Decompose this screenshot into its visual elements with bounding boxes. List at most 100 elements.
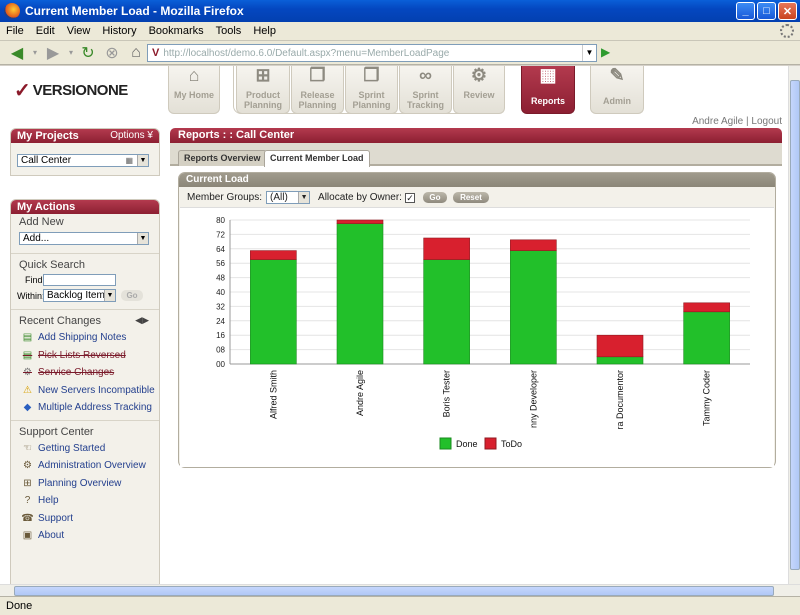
go-arrow-icon[interactable]: ▶ [601, 45, 615, 61]
my-projects-panel: My Projects Options ¥ Call Center ▦ ▼ [10, 128, 160, 176]
logo-mark-icon: ✓ [14, 80, 31, 102]
recent-change-label: Multiple Address Tracking [38, 402, 152, 414]
support-link-item[interactable]: ☜ Getting Started [11, 440, 159, 458]
member-load-chart: 80 72 64 56 48 40 32 24 16 08 00 Alfred Smith Andre … [180, 207, 774, 467]
support-link-item[interactable]: ⚙ Administration Overview [11, 457, 159, 475]
story-icon: ▤ [22, 332, 33, 344]
tab-my-home[interactable]: ⌂ My Home [168, 66, 220, 114]
vertical-scrollbar[interactable] [788, 66, 800, 584]
tab-reports[interactable]: ▦ Reports [521, 66, 575, 114]
bar-todo-5 [683, 302, 730, 313]
menu-help[interactable]: Help [247, 25, 282, 37]
recent-change-item[interactable]: ▤ Add Shipping Notes [11, 329, 159, 347]
tab-product-planning[interactable]: ⊞ Product Planning [236, 66, 290, 114]
forward-icon[interactable]: ▶ [40, 43, 66, 63]
forward-dropdown-icon[interactable]: ▾ [66, 43, 76, 63]
stop-icon[interactable]: ⊗ [100, 43, 124, 63]
menu-bookmarks[interactable]: Bookmarks [143, 25, 210, 37]
back-dropdown-icon[interactable]: ▾ [30, 43, 40, 63]
tab-release-planning[interactable]: ❐ Release Planning [291, 66, 344, 114]
tab-current-member-load[interactable]: Current Member Load [264, 150, 370, 167]
binoculars-icon: ∞ [419, 66, 432, 85]
recent-change-item[interactable]: ◆ Multiple Address Tracking [11, 399, 159, 417]
user-links: Andre Agile | Logout [692, 116, 782, 127]
reload-icon[interactable]: ↻ [76, 43, 100, 63]
menu-edit[interactable]: Edit [30, 25, 61, 37]
tab-reports-overview[interactable]: Reports Overview [178, 150, 267, 166]
current-load-panel: Current Load Member Groups: (All) ▼ Allo… [178, 172, 776, 468]
minimize-button[interactable]: _ [736, 2, 755, 20]
url-dropdown-icon[interactable]: ▼ [582, 45, 596, 61]
gear-icon: ⚙ [23, 367, 32, 379]
support-link-item[interactable]: ? Help [11, 492, 159, 510]
site-favicon-icon: V [152, 47, 160, 59]
wrench-icon: ✎ [609, 66, 625, 85]
recent-changes-title: Recent Changes ◀▶ [19, 315, 149, 327]
menu-file[interactable]: File [0, 25, 30, 37]
recent-change-item[interactable]: ▤ Pick Lists Reversed [11, 347, 159, 365]
back-icon[interactable]: ◀ [4, 43, 30, 63]
support-link-label: About [38, 530, 65, 542]
tab-sprint-tracking[interactable]: ∞ Sprint Tracking [399, 66, 452, 114]
support-link-item[interactable]: ☎ Support [11, 510, 159, 528]
versionone-logo[interactable]: ✓ VERSIONONE [14, 78, 128, 103]
support-link-item[interactable]: ⊞ Planning Overview [11, 475, 159, 493]
x-tick-label: nny Developer [528, 370, 538, 428]
bar-done-5 [683, 311, 730, 365]
next-arrow-icon[interactable]: ▶ [142, 315, 149, 325]
menu-tools[interactable]: Tools [210, 25, 248, 37]
y-tick-label: 72 [216, 230, 225, 239]
home-icon[interactable]: ⌂ [124, 43, 148, 63]
legend-swatch-done [439, 437, 452, 450]
report-subtabs: Reports Overview Current Member Load [170, 143, 782, 167]
y-tick-label: 08 [216, 346, 225, 355]
logout-link[interactable]: Logout [751, 116, 782, 127]
tab-sprint-planning[interactable]: ❒ Sprint Planning [345, 66, 398, 114]
recent-change-item[interactable]: ⚠ New Servers Incompatible [11, 382, 159, 400]
menu-view[interactable]: View [61, 25, 97, 37]
tab-admin[interactable]: ✎ Admin [590, 66, 644, 114]
window-titlebar: Current Member Load - Mozilla Firefox _ … [0, 0, 800, 22]
x-tick-label: Boris Tester [442, 370, 452, 417]
recent-change-label: New Servers Incompatible [38, 384, 155, 396]
bar-todo-0 [250, 250, 297, 260]
bar-done-0 [250, 259, 297, 365]
chevron-down-icon: ▼ [298, 192, 310, 203]
tab-review[interactable]: ⚙ Review [453, 66, 505, 114]
phone-icon: ☎ [21, 512, 34, 524]
legend-label-todo: ToDo [501, 439, 522, 449]
search-find-input[interactable] [43, 274, 116, 286]
add-new-select[interactable]: Add... ▼ [19, 232, 149, 245]
support-link-label: Getting Started [38, 442, 106, 454]
url-bar[interactable]: V http://localhost/demo.6.0/Default.aspx… [147, 44, 597, 62]
support-link-item[interactable]: ▣ About [11, 527, 159, 545]
member-groups-select[interactable]: (All) ▼ [266, 191, 311, 204]
y-tick-label: 00 [216, 360, 225, 369]
reports-header: Reports : : Call Center [170, 128, 782, 143]
allocate-checkbox[interactable]: ✓ [404, 192, 415, 203]
url-text[interactable]: http://localhost/demo.6.0/Default.aspx?m… [163, 48, 449, 59]
menu-history[interactable]: History [96, 25, 142, 37]
options-menu[interactable]: Options ¥ [110, 129, 153, 143]
horizontal-scrollbar[interactable] [0, 584, 800, 596]
search-go-button[interactable]: Go [121, 290, 143, 301]
search-within-select[interactable]: Backlog Items ▼ [43, 289, 116, 302]
reset-button[interactable]: Reset [452, 192, 489, 203]
y-tick-label: 80 [216, 216, 225, 225]
go-button[interactable]: Go [422, 192, 447, 203]
hands-icon: ☜ [23, 442, 32, 454]
maximize-button[interactable]: □ [757, 2, 776, 20]
x-tick-label: Tammy Coder [702, 370, 712, 426]
support-link-label: Support [38, 512, 74, 524]
user-name-link[interactable]: Andre Agile [692, 116, 743, 127]
bar-todo-2 [423, 237, 470, 260]
y-tick-label: 32 [216, 302, 225, 311]
close-button[interactable]: ✕ [778, 2, 797, 20]
recent-change-label: Pick Lists Reversed [38, 349, 126, 361]
support-link-label: Administration Overview [38, 460, 146, 472]
calendar-icon[interactable]: ▦ [125, 155, 133, 166]
chevron-down-icon: ▼ [104, 290, 115, 301]
y-tick-label: 56 [216, 259, 225, 268]
project-select[interactable]: Call Center ▦ ▼ [17, 154, 149, 167]
recent-change-item[interactable]: ⚙ Service Changes [11, 364, 159, 382]
